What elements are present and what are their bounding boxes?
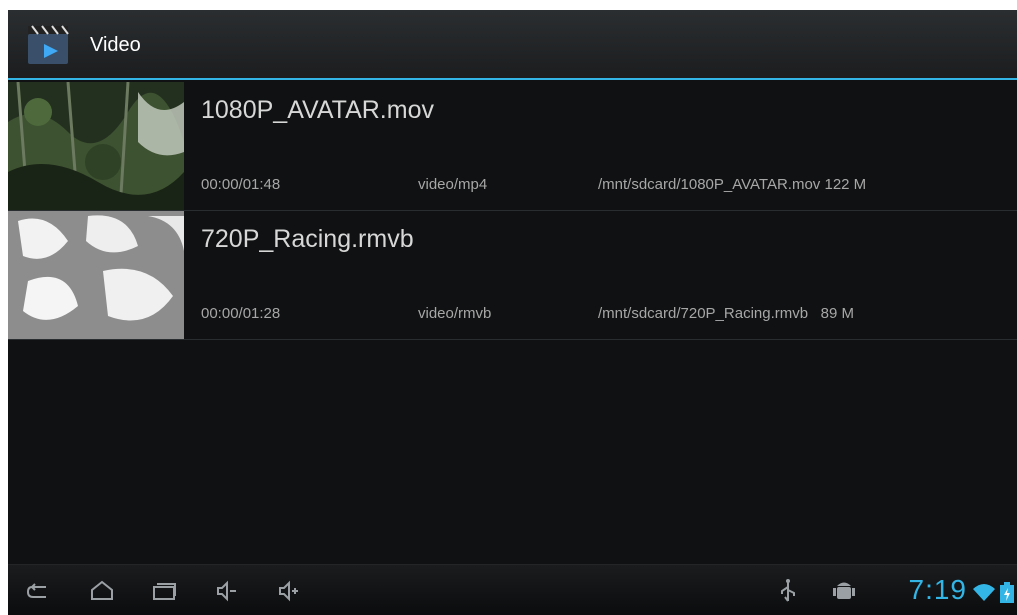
volume-down-icon[interactable]: [212, 577, 240, 605]
video-thumbnail: [8, 82, 184, 210]
video-path: /mnt/sdcard/720P_Racing.rmvb: [598, 305, 809, 322]
video-path-group: /mnt/sdcard/720P_Racing.rmvb 89 M: [598, 305, 854, 322]
video-size: 122 M: [824, 176, 867, 193]
video-title: 720P_Racing.rmvb: [201, 225, 414, 253]
video-list: 1080P_AVATAR.mov 00:00/01:48 video/mp4 /…: [8, 82, 1017, 340]
video-thumbnail: [8, 211, 184, 339]
video-list-item[interactable]: 1080P_AVATAR.mov 00:00/01:48 video/mp4 /…: [8, 82, 1017, 211]
video-path: /mnt/sdcard/1080P_AVATAR.mov: [598, 176, 821, 193]
video-size: 89 M: [820, 305, 854, 322]
clock: 7:19: [908, 574, 967, 605]
video-mime-type: video/rmvb: [418, 305, 492, 322]
app-title: Video: [90, 34, 141, 56]
video-mime-type: video/mp4: [418, 176, 488, 193]
android-debug-icon: [833, 582, 855, 599]
video-path-group: /mnt/sdcard/1080P_AVATAR.mov 122 M: [598, 176, 866, 193]
recent-apps-icon[interactable]: [150, 577, 178, 605]
video-list-item[interactable]: 720P_Racing.rmvb 00:00/01:28 video/rmvb …: [8, 211, 1017, 340]
video-duration: 00:00/01:48: [201, 176, 281, 193]
clapperboard-icon[interactable]: [24, 22, 74, 66]
video-title: 1080P_AVATAR.mov: [201, 96, 434, 124]
usb-icon: [781, 579, 795, 602]
back-icon[interactable]: [24, 577, 52, 605]
video-duration: 00:00/01:28: [201, 305, 281, 322]
home-icon[interactable]: [88, 577, 116, 605]
battery-icon: [1000, 582, 1014, 603]
system-bar: 7:19: [8, 564, 1017, 615]
screen: Video 1080P_AVATAR.mov 00:00/01:48 video…: [8, 10, 1017, 615]
wifi-icon: [973, 584, 995, 601]
action-bar: Video: [8, 10, 1017, 80]
volume-up-icon[interactable]: [274, 577, 302, 605]
